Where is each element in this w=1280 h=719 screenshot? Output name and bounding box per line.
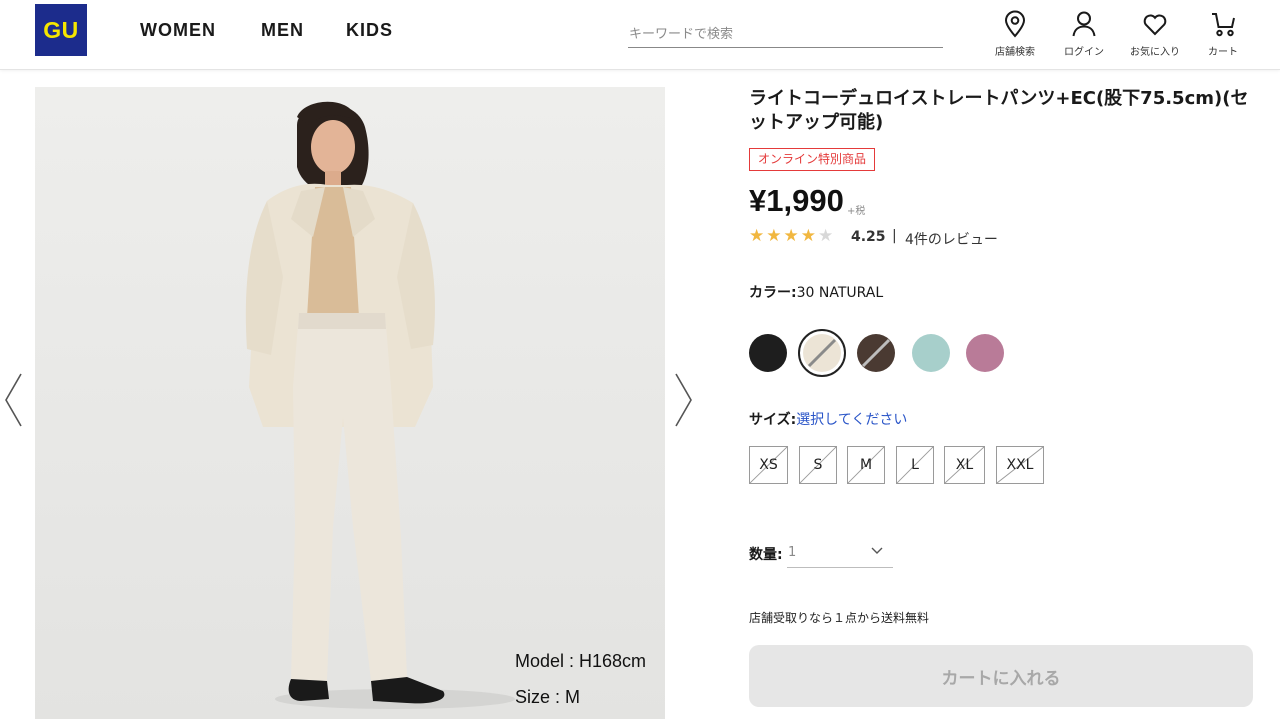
star-icon: ★: [783, 226, 799, 246]
login-button[interactable]: ログイン: [1064, 10, 1104, 58]
user-icon: [1072, 11, 1096, 37]
product-image[interactable]: Model : H168cm Size : M: [35, 87, 665, 719]
size-option-l[interactable]: L: [896, 446, 934, 484]
star-icon: ★: [818, 226, 834, 246]
size-option-s[interactable]: S: [799, 446, 837, 484]
product-price: ¥1,990: [749, 183, 844, 218]
search-input[interactable]: [628, 22, 943, 46]
nav-women[interactable]: WOMEN: [140, 20, 216, 41]
cart-icon: [1212, 13, 1235, 37]
quantity-select[interactable]: 1: [787, 538, 893, 568]
rating-value: 4.25: [851, 229, 886, 245]
size-option-label: S: [813, 457, 823, 473]
online-exclusive-badge: オンライン特別商品: [749, 148, 876, 171]
size-option-label: XXL: [1006, 457, 1034, 473]
size-option-m[interactable]: M: [847, 446, 885, 484]
review-count-link[interactable]: 4件のレビュー: [905, 229, 998, 249]
color-swatch-natural[interactable]: [803, 334, 841, 372]
nav-kids[interactable]: KIDS: [346, 20, 393, 41]
gu-logo[interactable]: GU: [35, 4, 87, 56]
unavailable-slash-icon: [807, 338, 837, 368]
add-to-cart-button[interactable]: カートに入れる: [749, 645, 1253, 707]
tax-note: +税: [847, 206, 866, 217]
model-figure: [35, 87, 665, 719]
cart-label: カート: [1208, 47, 1238, 58]
color-swatch-brown[interactable]: [857, 334, 895, 372]
quantity-label: 数量:: [749, 547, 783, 563]
color-swatch-mint[interactable]: [912, 334, 950, 372]
search-bar: [628, 22, 943, 48]
model-size-text: Size : M: [515, 687, 581, 707]
color-label: カラー:: [749, 285, 797, 301]
nav-men[interactable]: MEN: [261, 20, 304, 41]
heart-icon: [1143, 14, 1167, 36]
size-option-xxl[interactable]: XXL: [996, 446, 1044, 484]
cart-button[interactable]: カート: [1208, 10, 1238, 58]
favorites-label: お気に入り: [1130, 47, 1180, 58]
size-prompt: 選択してください: [796, 412, 908, 428]
rating-stars: ★ ★ ★ ★ ★: [749, 226, 833, 246]
size-label-row: サイズ:選択してください: [749, 409, 907, 429]
model-height-text: Model : H168cm: [515, 651, 647, 671]
chevron-right-icon: [675, 373, 692, 427]
map-pin-icon: [1004, 10, 1026, 38]
size-label: サイズ:: [749, 412, 797, 428]
size-option-label: XS: [759, 457, 778, 473]
login-label: ログイン: [1064, 47, 1104, 58]
rating-separator: |: [892, 228, 897, 244]
color-swatch-pink[interactable]: [966, 334, 1004, 372]
store-search-button[interactable]: 店舗検索: [995, 10, 1035, 58]
size-option-xs[interactable]: XS: [749, 446, 788, 484]
favorites-button[interactable]: お気に入り: [1130, 10, 1180, 58]
gallery-prev-button[interactable]: [2, 370, 24, 434]
store-search-label: 店舗検索: [995, 47, 1035, 58]
unavailable-slash-icon: [861, 338, 891, 368]
site-header: GU WOMEN MEN KIDS 店舗検索 ログイン お気に入り カート: [0, 0, 1280, 70]
quantity-value: 1: [788, 545, 797, 560]
size-option-label: XL: [955, 457, 974, 473]
color-swatch-black[interactable]: [749, 334, 787, 372]
star-icon: ★: [800, 226, 816, 246]
gallery-next-button[interactable]: [673, 370, 695, 434]
star-icon: ★: [766, 226, 782, 246]
size-option-label: M: [859, 457, 873, 473]
selected-color-name: 30 NATURAL: [796, 285, 884, 301]
size-option-xl[interactable]: XL: [944, 446, 985, 484]
store-pickup-note: 店舗受取りなら１点から送料無料: [749, 611, 930, 625]
chevron-left-icon: [5, 373, 22, 427]
star-icon: ★: [749, 226, 765, 246]
product-title: ライトコーデュロイストレートパンツ+EC(股下75.5cm)(セットアップ可能): [749, 88, 1249, 133]
size-option-label: L: [911, 457, 919, 473]
color-label-row: カラー:30 NATURAL: [749, 282, 883, 302]
chevron-down-icon: [871, 547, 883, 554]
